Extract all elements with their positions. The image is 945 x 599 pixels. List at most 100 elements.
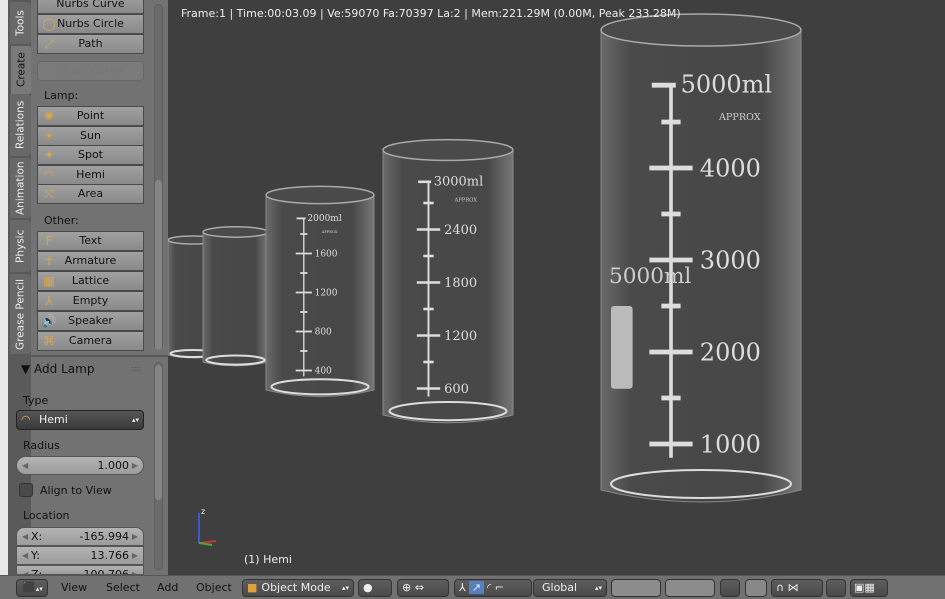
orientation-dropdown[interactable]: Global ▴▾ — [533, 579, 607, 597]
armature-icon: ☥ — [44, 254, 54, 268]
tab-physic[interactable]: Physic — [10, 220, 31, 272]
tab-tools[interactable]: Tools — [10, 2, 31, 44]
editor-type-button[interactable]: ⬛▴▾ — [16, 579, 48, 597]
location-x-field[interactable]: ◀ X: -165.994 ▶ — [16, 527, 144, 546]
tab-animation[interactable]: Animation — [10, 158, 31, 218]
mode-dropdown[interactable]: ■ Object Mode ▴▾ — [242, 579, 354, 597]
layer-lock-icon[interactable] — [720, 579, 740, 597]
align-to-view-checkbox[interactable] — [19, 483, 33, 497]
drag-handle-icon[interactable]: :::: — [131, 364, 142, 373]
menu-select[interactable]: Select — [106, 581, 140, 594]
translate-icon[interactable]: ⅄ — [459, 581, 466, 594]
lattice-button[interactable]: ▦ Lattice — [37, 271, 144, 291]
button-label: Spot — [77, 148, 103, 161]
operator-panel-scrollbar[interactable] — [154, 362, 163, 570]
hemi-icon: ◠ — [43, 167, 55, 182]
menu-add[interactable]: Add — [157, 581, 178, 594]
menu-view[interactable]: View — [61, 581, 87, 594]
empty-icon: ⅄ — [45, 294, 53, 308]
hemi-icon: ◠ — [21, 413, 31, 426]
sun-icon: ☀ — [43, 128, 55, 143]
button-label: Sun — [80, 128, 101, 142]
viewport-stats: Frame:1 | Time:00:03.09 | Ve:59070 Fa:70… — [181, 7, 681, 20]
pivot-dropdown[interactable]: ⊕ ⇔ — [397, 579, 449, 597]
beaker-approx: APPROX — [321, 230, 338, 234]
snap-target-icon[interactable] — [826, 579, 846, 597]
cube-icon: ⬛ — [22, 581, 36, 594]
point-button[interactable]: ✺ Point — [37, 106, 144, 126]
hemi-button[interactable]: ◠ Hemi — [37, 164, 144, 185]
button-label: Armature — [64, 254, 117, 267]
beaker-mark-label: 1600 — [315, 250, 338, 260]
snap-controls[interactable]: ∩ ⋈ — [771, 579, 823, 597]
spot-button[interactable]: ✦ Spot — [37, 145, 144, 165]
area-button[interactable]: ⤧ Area — [37, 184, 144, 204]
beaker-mark-label: 2400 — [444, 223, 477, 238]
beaker-mark-label: 2000 — [700, 338, 761, 366]
button-label: Empty — [72, 294, 109, 307]
sun-button[interactable]: ☀ Sun — [37, 125, 144, 146]
scene-layers-2[interactable] — [665, 579, 715, 597]
beaker-2000ml: 2000ml APPROX 1600 1200 800 400 — [265, 185, 375, 397]
button-label: Path — [78, 37, 103, 50]
radius-field[interactable]: ◀ 1.000 ▶ — [16, 456, 144, 475]
path-icon: ⤢ — [44, 37, 54, 51]
object-mode-icon: ■ — [247, 581, 258, 594]
magnet-icon: ∩ — [776, 581, 785, 594]
camera-button[interactable]: ⌘ Camera — [37, 331, 144, 351]
scene-layers-1[interactable] — [611, 579, 661, 597]
3d-viewport[interactable]: 2000ml APPROX 1600 1200 800 400 3000ml APPROX 24… — [168, 0, 945, 575]
render-buttons[interactable]: ▣▦ — [850, 579, 888, 597]
manipulator-group[interactable]: ⅄ ↗ ◜ ⌐ — [454, 579, 532, 597]
scale-icon[interactable]: ◜ ⌐ — [487, 581, 504, 594]
tab-create[interactable]: Create — [11, 46, 32, 94]
beaker-mark-label: 600 — [444, 382, 469, 397]
button-label: Point — [76, 109, 105, 122]
section-heading: Lamp: — [44, 89, 79, 102]
point-lamp-icon: ✺ — [43, 109, 55, 123]
tab-relations[interactable]: Relations — [10, 94, 31, 156]
clapper-icon: ▦ — [864, 581, 875, 594]
section-heading: Other: — [44, 214, 79, 227]
beaker-mark-label: 400 — [315, 367, 332, 377]
text-button[interactable]: F Text — [37, 231, 144, 251]
panel-divider — [31, 355, 168, 357]
location-y-field[interactable]: ◀ Y: 13.766 ▶ — [16, 546, 144, 565]
shading-dropdown[interactable]: ● — [358, 579, 392, 597]
speaker-button[interactable]: 🔊 Speaker — [37, 311, 144, 331]
tab-grease-pencil[interactable]: Grease Pencil — [10, 274, 31, 354]
tool-shelf-scrollbar[interactable] — [154, 4, 163, 350]
add-lamp-panel-header[interactable]: ▼ Add Lamp — [21, 362, 94, 376]
collapse-triangle-icon: ▼ — [21, 362, 35, 376]
button-label: Nurbs Curve — [56, 0, 125, 10]
render-icon: ▣ — [854, 581, 865, 594]
button-label: Hemi — [76, 167, 105, 181]
beaker-mark-label: 1200 — [444, 329, 477, 344]
beaker-mark-label: 1800 — [444, 276, 477, 291]
type-label: Type — [23, 394, 49, 407]
align-to-view-label: Align to View — [40, 484, 112, 497]
3d-view-header: ⬛▴▾ View Select Add Object ■ Object Mode ▴… — [0, 575, 945, 599]
proportional-edit-icon[interactable] — [745, 579, 767, 597]
beaker-mark-label: 3000 — [700, 246, 761, 274]
beaker-title: 2000ml — [307, 214, 341, 224]
location-label: Location — [23, 509, 70, 522]
beaker-title: 5000ml — [681, 70, 773, 98]
empty-button[interactable]: ⅄ Empty — [37, 291, 144, 311]
beaker-approx: APPROX — [718, 112, 761, 123]
rotate-manipulator-icon[interactable]: ↗ — [468, 581, 484, 594]
location-z-field[interactable]: ◀ Z: 100.706 ▶ — [16, 565, 144, 575]
camera-icon: ⌘ — [43, 334, 55, 348]
svg-text:z: z — [201, 507, 205, 516]
menu-object[interactable]: Object — [196, 581, 232, 594]
nurbs-curve-button[interactable]: ⌒ Nurbs Curve — [37, 0, 144, 14]
path-button[interactable]: ⤢ Path — [37, 34, 144, 54]
lamp-type-dropdown[interactable]: ◠ Hemi ▴▾ — [16, 410, 144, 430]
nurbs-curve-icon: ⌒ — [42, 0, 55, 11]
lattice-icon: ▦ — [43, 274, 55, 288]
beaker-mark-label: 800 — [315, 328, 332, 338]
nurbs-circle-button[interactable]: ◯ Nurbs Circle — [37, 14, 144, 34]
button-label: Camera — [68, 334, 113, 347]
draw-curve-button[interactable]: Draw Curve — [37, 61, 144, 81]
armature-button[interactable]: ☥ Armature — [37, 251, 144, 271]
